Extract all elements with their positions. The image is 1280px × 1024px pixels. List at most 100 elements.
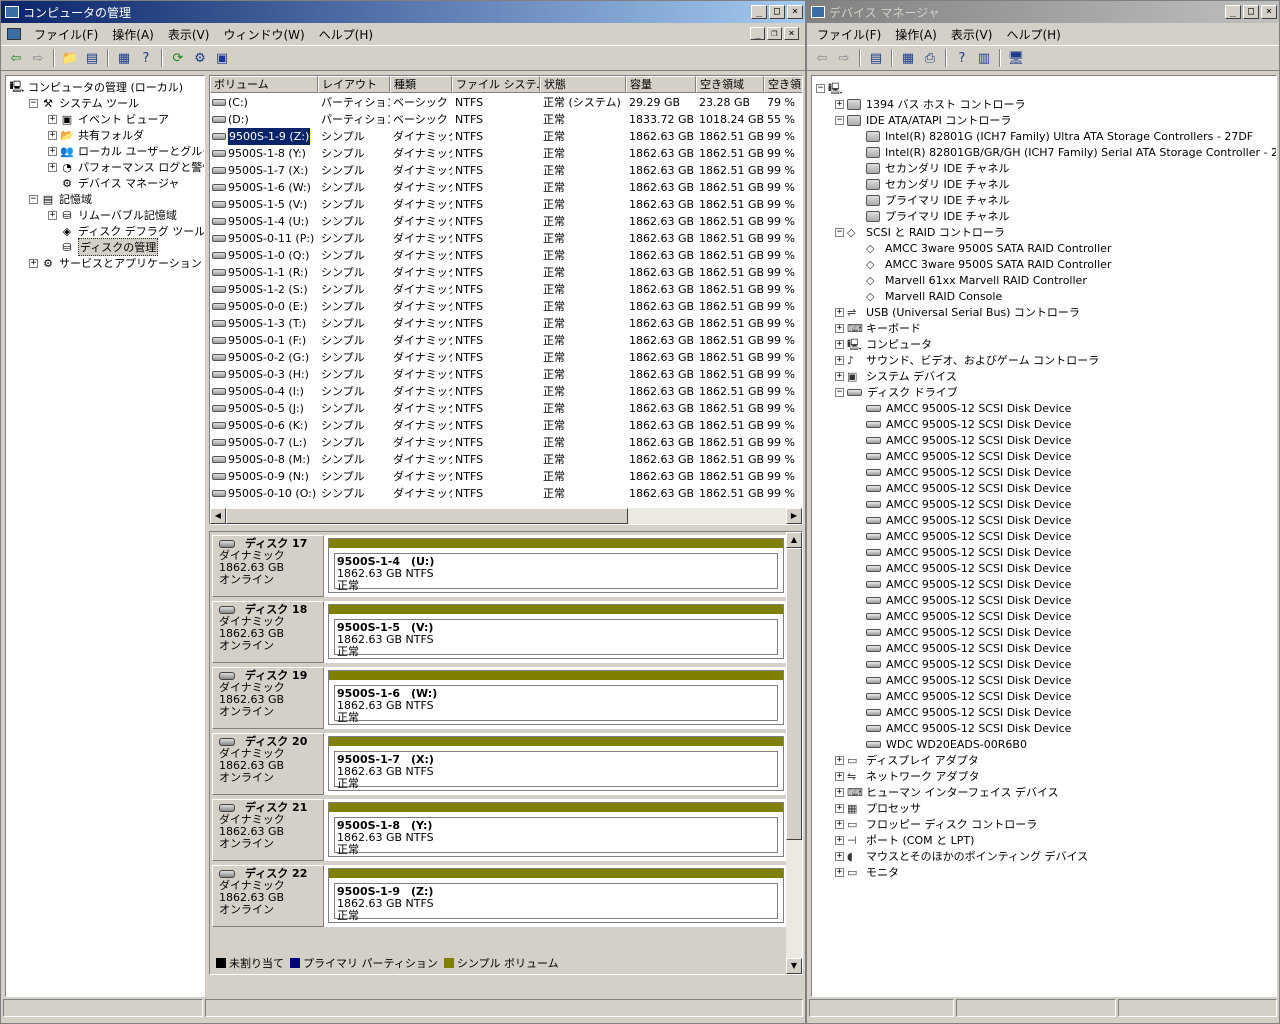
- disk-row[interactable]: ディスク 22 ダイナミック 1862.63 GB オンライン 9500S-1-9 (Z…: [212, 865, 786, 927]
- collapse-icon[interactable]: −: [816, 83, 825, 93]
- table-row[interactable]: 9500S-0-6 (K:) シンプル ダイナミックNTFS 正常 1862.63 GB…: [210, 417, 802, 434]
- table-row[interactable]: (C:) パーティション ベーシック NTFS 正常 (システム) 29.29 GB 23.…: [210, 94, 802, 111]
- scroll-thumb[interactable]: [786, 548, 802, 840]
- volume-block[interactable]: 9500S-1-4 (U:) 1862.63 GB NTFS 正常: [328, 538, 784, 593]
- title-bar[interactable]: コンピュータの管理 _ □ ×: [1, 1, 805, 23]
- expand-icon[interactable]: +: [48, 146, 57, 156]
- device-tree-item[interactable]: AMCC 9500S-12 SCSI Disk Device: [854, 496, 1071, 512]
- vertical-scrollbar[interactable]: ▲ ▼: [786, 532, 802, 974]
- maximize-button[interactable]: □: [1243, 5, 1259, 19]
- forward-arrow-icon[interactable]: ⇨: [833, 47, 855, 69]
- device-tree-item[interactable]: AMCC 9500S-12 SCSI Disk Device: [854, 432, 1071, 448]
- close-button[interactable]: ×: [1261, 5, 1277, 19]
- table-row[interactable]: 9500S-1-6 (W:) シンプル ダイナミックNTFS 正常 1862.63 GB…: [210, 179, 802, 196]
- device-tree-item[interactable]: ◇ Marvell RAID Console: [854, 288, 1002, 304]
- maximize-button[interactable]: □: [769, 5, 785, 19]
- show-tree-icon[interactable]: ▤: [81, 47, 103, 69]
- device-tree-item[interactable]: AMCC 9500S-12 SCSI Disk Device: [854, 720, 1071, 736]
- column-header[interactable]: 状態: [540, 76, 626, 93]
- help-icon[interactable]: ?: [951, 47, 973, 69]
- volume-block[interactable]: 9500S-1-5 (V:) 1862.63 GB NTFS 正常: [328, 604, 784, 659]
- column-header[interactable]: 空き領: [764, 76, 802, 93]
- show-tree-icon[interactable]: ▤: [865, 47, 887, 69]
- table-row[interactable]: 9500S-1-9 (Z:) シンプル ダイナミックNTFS 正常 1862.63 GB…: [210, 128, 802, 145]
- scroll-down-icon[interactable]: ▼: [786, 958, 802, 974]
- device-tree-item[interactable]: WDC WD20EADS-00R6B0: [854, 736, 1027, 752]
- table-row[interactable]: 9500S-0-9 (N:) シンプル ダイナミックNTFS 正常 1862.63 GB…: [210, 468, 802, 485]
- collapse-icon[interactable]: −: [29, 98, 38, 108]
- table-row[interactable]: 9500S-0-2 (G:) シンプル ダイナミックNTFS 正常 1862.63 GB…: [210, 349, 802, 366]
- device-tree-item[interactable]: AMCC 9500S-12 SCSI Disk Device: [854, 624, 1071, 640]
- expand-icon[interactable]: +: [835, 323, 844, 333]
- forward-arrow-icon[interactable]: ⇨: [27, 47, 49, 69]
- table-row[interactable]: 9500S-0-4 (I:) シンプル ダイナミックNTFS 正常 1862.63 GB…: [210, 383, 802, 400]
- expand-icon[interactable]: +: [835, 835, 844, 845]
- tree-item[interactable]: + 📂 共有フォルダ: [48, 127, 144, 143]
- collapse-icon[interactable]: −: [835, 387, 844, 397]
- table-row[interactable]: 9500S-1-7 (X:) シンプル ダイナミックNTFS 正常 1862.63 GB…: [210, 162, 802, 179]
- close-button[interactable]: ×: [787, 5, 803, 19]
- device-tree-item[interactable]: + ▭ ディスプレイ アダプタ: [835, 752, 979, 768]
- device-tree-item[interactable]: + ⇌ USB (Universal Serial Bus) コントローラ: [835, 304, 1080, 320]
- expand-icon[interactable]: +: [835, 339, 844, 349]
- properties-icon[interactable]: ▦: [113, 47, 135, 69]
- table-row[interactable]: 9500S-1-0 (Q:) シンプル ダイナミックNTFS 正常 1862.63 GB…: [210, 247, 802, 264]
- device-tree-item[interactable]: AMCC 9500S-12 SCSI Disk Device: [854, 528, 1071, 544]
- device-tree-item[interactable]: + ◖ マウスとそのほかのポインティング デバイス: [835, 848, 1088, 864]
- expand-icon[interactable]: +: [835, 355, 844, 365]
- device-tree-item[interactable]: AMCC 9500S-12 SCSI Disk Device: [854, 592, 1071, 608]
- device-tree[interactable]: − 🖳 +1394 バス ホスト コントローラ − IDE ATA/ATAPI コントロ…: [811, 75, 1277, 997]
- device-tree-item[interactable]: AMCC 9500S-12 SCSI Disk Device: [854, 640, 1071, 656]
- table-row[interactable]: 9500S-1-5 (V:) シンプル ダイナミックNTFS 正常 1862.63 GB…: [210, 196, 802, 213]
- volume-list[interactable]: ボリューム レイアウト 種類 ファイル システム 状態 容量 空き領域 空き領 (C:) パーテ…: [209, 75, 803, 525]
- tree-item[interactable]: + ▣ イベント ビューア: [48, 111, 169, 127]
- device-tree-item[interactable]: + ⌨ ヒューマン インターフェイス デバイス: [835, 784, 1059, 800]
- menu-view[interactable]: 表示(V): [944, 26, 1000, 43]
- column-header[interactable]: 容量: [626, 76, 696, 93]
- menu-view[interactable]: 表示(V): [161, 26, 217, 43]
- child-restore-button[interactable]: ❐: [767, 27, 782, 40]
- device-tree-item[interactable]: + ▦ プロセッサ: [835, 800, 921, 816]
- title-bar[interactable]: デバイス マネージャ _ □ ×: [807, 1, 1279, 23]
- menu-window[interactable]: ウィンドウ(W): [216, 26, 311, 43]
- console-tree[interactable]: 🖳 コンピュータの管理 (ローカル) − ⚒ システム ツール + ▣ イベント ビューア + 📂…: [5, 75, 205, 997]
- device-tree-item[interactable]: + ⊣ ポート (COM と LPT): [835, 832, 974, 848]
- disk-row[interactable]: ディスク 20 ダイナミック 1862.63 GB オンライン 9500S-1-7 (X…: [212, 733, 786, 795]
- expand-icon[interactable]: +: [835, 755, 844, 765]
- minimize-button[interactable]: _: [1225, 5, 1241, 19]
- up-folder-icon[interactable]: 📁: [59, 47, 81, 69]
- menu-file[interactable]: ファイル(F): [809, 26, 888, 43]
- expand-icon[interactable]: +: [835, 371, 844, 381]
- device-tree-item[interactable]: AMCC 9500S-12 SCSI Disk Device: [854, 400, 1071, 416]
- device-tree-item[interactable]: + ⌨ キーボード: [835, 320, 921, 336]
- device-tree-item[interactable]: セカンダリ IDE チャネル: [854, 176, 1010, 192]
- column-header[interactable]: ボリューム: [210, 76, 318, 93]
- table-row[interactable]: 9500S-0-0 (E:) シンプル ダイナミックNTFS 正常 1862.63 GB…: [210, 298, 802, 315]
- scroll-thumb[interactable]: [226, 508, 628, 524]
- expand-icon[interactable]: +: [835, 99, 844, 109]
- expand-icon[interactable]: +: [48, 114, 57, 124]
- print-icon[interactable]: ⎙: [919, 47, 941, 69]
- scroll-left-icon[interactable]: ◀: [210, 508, 226, 524]
- menu-file[interactable]: ファイル(F): [27, 26, 105, 43]
- expand-icon[interactable]: +: [835, 819, 844, 829]
- device-tree-item[interactable]: AMCC 9500S-12 SCSI Disk Device: [854, 576, 1071, 592]
- expand-icon[interactable]: +: [835, 803, 844, 813]
- device-tree-item[interactable]: Intel(R) 82801GB/GR/GH (ICH7 Family) Ser…: [854, 144, 1276, 160]
- column-header[interactable]: ファイル システム: [452, 76, 540, 93]
- tree-item[interactable]: + ◔ パフォーマンス ログと警告: [48, 159, 204, 175]
- scroll-right-icon[interactable]: ▶: [786, 508, 802, 524]
- device-tree-item[interactable]: AMCC 9500S-12 SCSI Disk Device: [854, 512, 1071, 528]
- device-tree-item[interactable]: Intel(R) 82801G (ICH7 Family) Ultra ATA …: [854, 128, 1253, 144]
- child-close-button[interactable]: ×: [784, 27, 799, 40]
- settings-icon[interactable]: ⚙: [189, 47, 211, 69]
- tree-item[interactable]: ⚙ デバイス マネージャ: [48, 175, 179, 191]
- device-tree-item[interactable]: + 🖳 コンピュータ: [835, 336, 932, 352]
- expand-icon[interactable]: +: [48, 210, 57, 220]
- table-row[interactable]: 9500S-1-8 (Y:) シンプル ダイナミックNTFS 正常 1862.63 GB…: [210, 145, 802, 162]
- device-tree-item[interactable]: + ▭ フロッピー ディスク コントローラ: [835, 816, 1037, 832]
- device-tree-item[interactable]: プライマリ IDE チャネル: [854, 208, 1010, 224]
- refresh-icon[interactable]: ⟳: [167, 47, 189, 69]
- device-tree-item[interactable]: AMCC 9500S-12 SCSI Disk Device: [854, 608, 1071, 624]
- view-icon[interactable]: ▥: [973, 47, 995, 69]
